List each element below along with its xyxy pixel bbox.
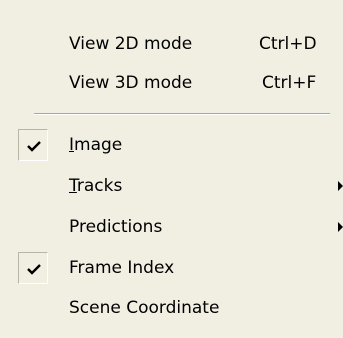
menu-item-label: Predictions — [69, 217, 163, 237]
menu-item-label: Tracks — [69, 166, 122, 206]
submenu-arrow-icon — [338, 222, 343, 232]
checkmark-icon — [27, 264, 41, 275]
checkmark-icon — [27, 141, 41, 152]
menu-item-shortcut: Ctrl+D — [259, 34, 317, 54]
checkmark-box — [18, 252, 48, 284]
menu-item-predictions[interactable]: Predictions — [0, 207, 343, 247]
menu-item-label: View 3D mode — [69, 73, 193, 93]
menu-item-image[interactable]: Image — [0, 125, 343, 165]
menu-item-label: Frame Index — [69, 258, 175, 278]
menu-item-tracks[interactable]: Tracks — [0, 166, 343, 206]
context-menu: View 2D mode Ctrl+D View 3D mode Ctrl+F … — [0, 0, 343, 338]
mnemonic-letter: T — [69, 176, 77, 196]
menu-item-label: Scene Coordinate — [69, 298, 220, 318]
menu-item-label: Image — [69, 125, 122, 165]
menu-item-label: View 2D mode — [69, 34, 193, 54]
menu-item-scene-coordinate[interactable]: Scene Coordinate — [0, 288, 343, 328]
menu-item-view-2d-mode[interactable]: View 2D mode Ctrl+D — [0, 24, 343, 64]
menu-item-shortcut: Ctrl+F — [262, 73, 317, 93]
menu-separator — [34, 113, 330, 115]
checkmark-box — [18, 129, 48, 161]
submenu-arrow-icon — [338, 181, 343, 191]
menu-item-frame-index[interactable]: Frame Index — [0, 248, 343, 288]
label-rest: mage — [74, 135, 123, 155]
label-rest: racks — [76, 176, 123, 196]
menu-item-view-3d-mode[interactable]: View 3D mode Ctrl+F — [0, 63, 343, 103]
